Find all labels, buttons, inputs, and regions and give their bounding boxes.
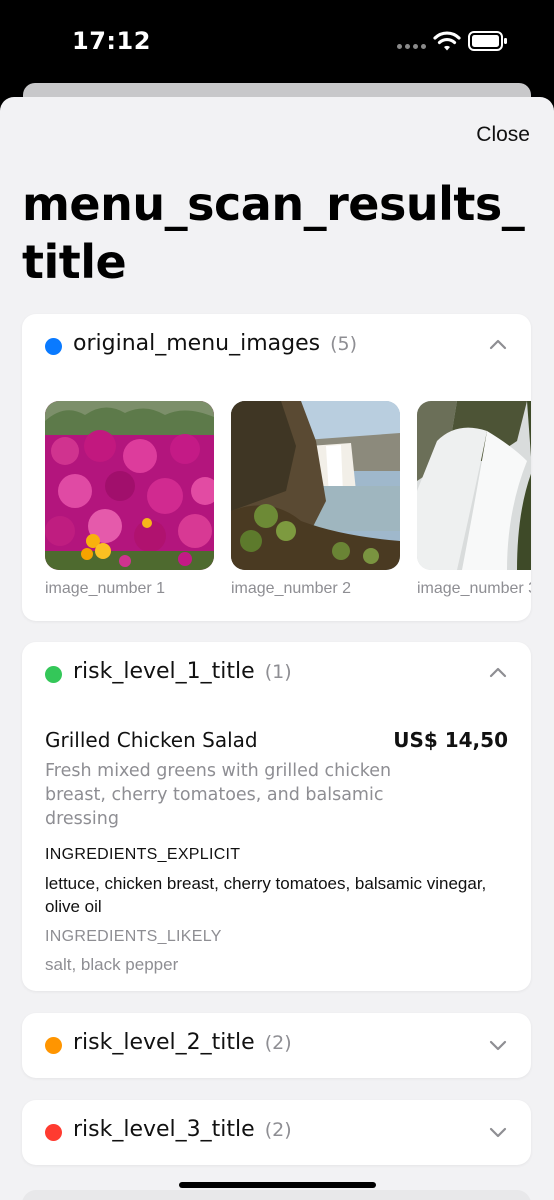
image-thumbnail[interactable]: image_number 1 — [45, 401, 214, 598]
section-dot-icon — [45, 1037, 62, 1054]
section-dot-icon — [45, 338, 62, 355]
status-time: 17:12 — [72, 27, 151, 55]
section-count: (5) — [330, 333, 357, 355]
home-indicator[interactable] — [179, 1182, 376, 1188]
chevron-up-icon[interactable] — [489, 338, 507, 350]
risk-level-1-card: risk_level_1_title (1) Grilled Chicken Sa… — [22, 642, 531, 991]
chevron-down-icon[interactable] — [489, 1126, 507, 1138]
image-carousel[interactable]: image_number 1 image_number 2 image_numb… — [45, 401, 531, 598]
next-card-peek — [22, 1190, 531, 1200]
flowers-photo[interactable] — [45, 401, 214, 570]
section-title: risk_level_1_title (1) — [73, 659, 292, 684]
section-count: (1) — [264, 661, 292, 683]
image-label: image_number 1 — [45, 580, 166, 597]
section-dot-icon — [45, 1124, 62, 1141]
ingredients-explicit-list: lettuce, chicken breast, cherry tomatoes… — [45, 874, 487, 916]
risk-level-3-header[interactable]: risk_level_3_title (2) — [22, 1100, 531, 1164]
section-title: risk_level_3_title (2) — [73, 1117, 292, 1142]
results-sheet: Close menu_scan_results_ title original_… — [0, 97, 554, 1200]
section-dot-icon — [45, 666, 62, 683]
chevron-up-icon[interactable] — [489, 666, 507, 678]
image-thumbnail[interactable]: image_number 2 — [231, 401, 400, 598]
section-title: original_menu_images (5) — [73, 331, 357, 356]
status-bar: 17:12 — [0, 0, 554, 84]
waterfall-closeup-photo[interactable] — [417, 401, 531, 570]
battery-icon — [468, 31, 507, 51]
ingredients-explicit-label: INGREDIENTS_EXPLICIT — [45, 846, 241, 863]
risk-level-2-header[interactable]: risk_level_2_title (2) — [22, 1013, 531, 1077]
image-label: image_number 3 — [417, 580, 531, 597]
wifi-icon — [433, 31, 461, 51]
ingredients-likely-list: salt, black pepper — [45, 955, 179, 974]
ingredients-likely-label: INGREDIENTS_LIKELY — [45, 928, 222, 945]
section-count: (2) — [264, 1032, 292, 1054]
original-images-header[interactable]: original_menu_images (5) — [22, 314, 531, 378]
section-count: (2) — [264, 1119, 292, 1141]
risk-level-2-card[interactable]: risk_level_2_title (2) — [22, 1013, 531, 1078]
menu-item-name: Grilled Chicken Salad — [45, 728, 258, 752]
waterfall-photo[interactable] — [231, 401, 400, 570]
close-button[interactable]: Close — [476, 123, 530, 147]
risk-level-1-header[interactable]: risk_level_1_title (1) — [22, 642, 531, 706]
image-label: image_number 2 — [231, 580, 352, 597]
risk-level-3-card[interactable]: risk_level_3_title (2) — [22, 1100, 531, 1165]
section-title: risk_level_2_title (2) — [73, 1030, 292, 1055]
menu-item-price: US$ 14,50 — [393, 728, 508, 752]
page-title: menu_scan_results_ title — [22, 177, 525, 289]
cellular-signal-icon — [397, 44, 426, 49]
menu-item-description: Fresh mixed greens with grilled chicken … — [45, 761, 392, 829]
original-images-card: original_menu_images (5) image_number 1 … — [22, 314, 531, 621]
chevron-down-icon[interactable] — [489, 1039, 507, 1051]
image-thumbnail[interactable]: image_number 3 — [417, 401, 531, 598]
